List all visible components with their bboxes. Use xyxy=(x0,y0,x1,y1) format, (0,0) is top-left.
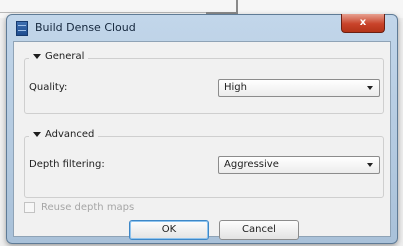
dialog-body: General Quality: High Advanced Depth fil… xyxy=(13,41,391,240)
build-dense-cloud-dialog: Build Dense Cloud x General Quality: Hig… xyxy=(6,14,398,244)
dialog-title: Build Dense Cloud xyxy=(35,21,136,34)
chevron-down-icon xyxy=(367,86,373,90)
advanced-group-title: Advanced xyxy=(45,129,95,140)
depth-filtering-label: Depth filtering: xyxy=(29,159,105,170)
advanced-group: Advanced Depth filtering: Aggressive xyxy=(24,129,384,198)
quality-select-value: High xyxy=(224,82,247,93)
reuse-depth-maps-option[interactable]: Reuse depth maps xyxy=(24,202,134,213)
general-group-title: General xyxy=(45,51,85,62)
background-window-frame xyxy=(206,0,238,14)
advanced-group-header[interactable]: Advanced xyxy=(29,129,99,140)
close-button[interactable]: x xyxy=(341,14,385,33)
quality-select[interactable]: High xyxy=(218,79,380,97)
general-group: General Quality: High xyxy=(24,51,384,114)
collapse-triangle-icon[interactable] xyxy=(33,132,41,137)
depth-filtering-select-value: Aggressive xyxy=(224,159,279,170)
reuse-depth-maps-checkbox[interactable] xyxy=(24,202,35,213)
app-icon xyxy=(16,21,28,36)
title-bar[interactable]: Build Dense Cloud x xyxy=(7,14,397,41)
collapse-triangle-icon[interactable] xyxy=(33,54,41,59)
general-group-header[interactable]: General xyxy=(29,51,89,62)
ok-button[interactable]: OK xyxy=(129,220,209,240)
close-icon: x xyxy=(359,17,367,28)
chevron-down-icon xyxy=(367,163,373,167)
reuse-depth-maps-label: Reuse depth maps xyxy=(41,202,135,213)
quality-label: Quality: xyxy=(29,82,68,93)
cancel-button[interactable]: Cancel xyxy=(219,220,299,240)
background-window-panel xyxy=(0,0,206,13)
depth-filtering-select[interactable]: Aggressive xyxy=(218,156,380,174)
